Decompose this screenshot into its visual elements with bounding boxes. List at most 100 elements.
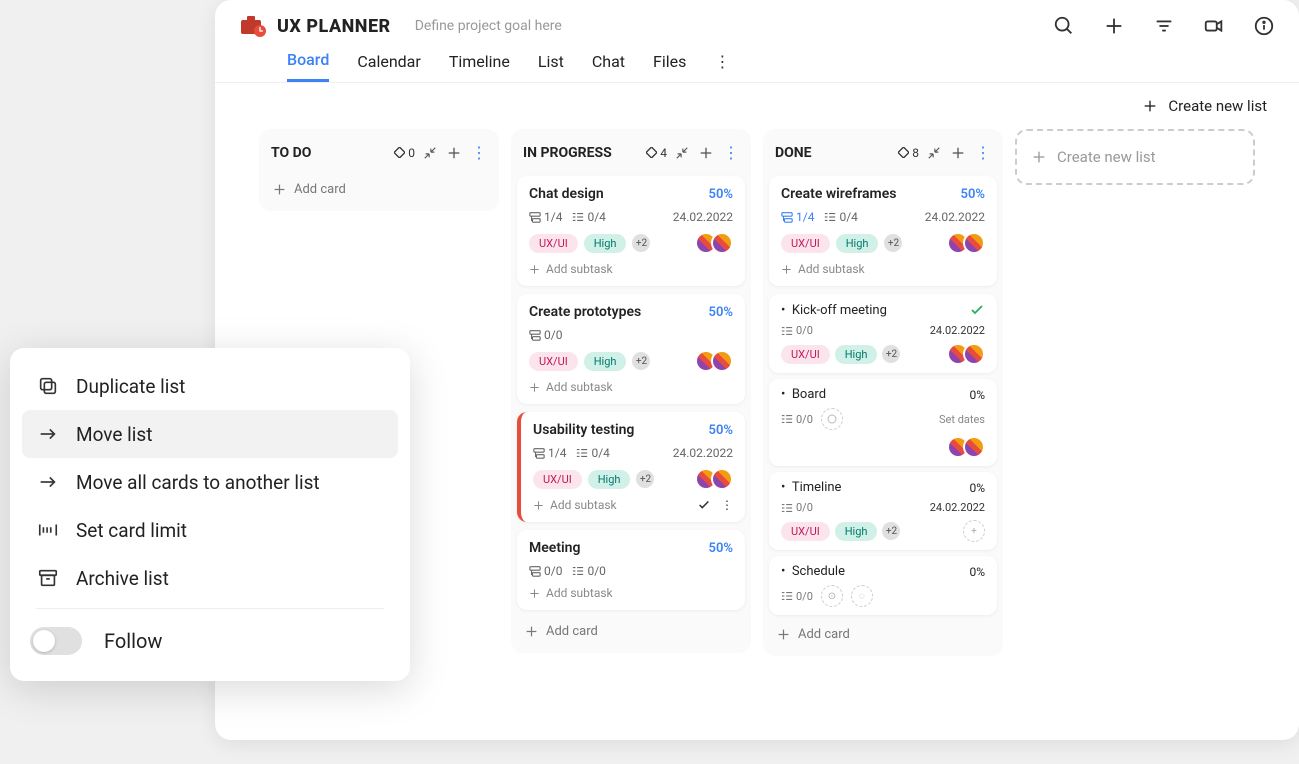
add-card-button[interactable]: Add card bbox=[763, 621, 1003, 656]
plus-icon[interactable] bbox=[1103, 15, 1125, 37]
checklist-count: 0/4 bbox=[576, 446, 609, 460]
ctx-item-label: Set card limit bbox=[76, 519, 187, 542]
add-subtask-button[interactable]: Add subtask bbox=[529, 262, 733, 276]
card-progress: 50% bbox=[709, 541, 733, 556]
add-subtask-button[interactable]: Add subtask bbox=[529, 586, 733, 600]
card[interactable]: Meeting 50% 0/0 0/0 Add subtask bbox=[517, 530, 745, 610]
card[interactable]: Usability testing50% 1/40/424.02.2022 UX… bbox=[517, 412, 745, 522]
tag: UX/UI bbox=[781, 345, 830, 364]
card-title: Create wireframes bbox=[781, 186, 896, 202]
create-list-label: Create new list bbox=[1168, 97, 1267, 115]
collapse-icon[interactable] bbox=[423, 146, 437, 160]
tag: UX/UI bbox=[781, 234, 830, 253]
tag: High bbox=[584, 234, 627, 253]
tag-more-count: +2 bbox=[882, 522, 900, 540]
tag: High bbox=[584, 352, 627, 371]
list-title: TO DO bbox=[271, 145, 386, 161]
plus-icon[interactable] bbox=[951, 146, 965, 160]
tab-calendar[interactable]: Calendar bbox=[357, 52, 420, 81]
search-icon[interactable] bbox=[1053, 15, 1075, 37]
tab-list[interactable]: List bbox=[538, 52, 564, 81]
subtask-count: 1/4 bbox=[529, 210, 562, 224]
list-title: IN PROGRESS bbox=[523, 145, 638, 161]
add-subtask-button[interactable]: Add subtask bbox=[781, 262, 985, 276]
info-icon[interactable] bbox=[1253, 15, 1275, 37]
follow-toggle[interactable] bbox=[30, 627, 82, 655]
add-subtask-button[interactable]: Add subtask⋮ bbox=[533, 498, 733, 512]
card[interactable]: Create wireframes50% 1/40/424.02.2022 UX… bbox=[769, 176, 997, 286]
subtask-count: 1/4 bbox=[781, 210, 814, 224]
list-menu-icon[interactable]: ⋮ bbox=[471, 143, 487, 162]
video-icon[interactable] bbox=[1203, 15, 1225, 37]
plus-icon[interactable] bbox=[699, 146, 713, 160]
tag-more-count: +2 bbox=[884, 234, 902, 252]
tab-files[interactable]: Files bbox=[653, 52, 686, 81]
subtask-card[interactable]: • Schedule0%0/0⊙◌ bbox=[769, 556, 997, 615]
list-header: DONE 8 ⋮ bbox=[763, 129, 1003, 176]
duplicate-icon bbox=[36, 374, 60, 398]
avatar-stack bbox=[701, 232, 733, 254]
ctx-move-all-cards-to-another-list[interactable]: Move all cards to another list bbox=[22, 458, 398, 506]
list-title: DONE bbox=[775, 145, 890, 161]
list-context-menu: Duplicate list Move list Move all cards to… bbox=[10, 348, 410, 681]
list-count: 0 bbox=[394, 146, 415, 160]
card-menu-icon[interactable]: ⋮ bbox=[721, 498, 733, 512]
card-progress: 50% bbox=[709, 305, 733, 320]
tag: High bbox=[588, 470, 631, 489]
collapse-icon[interactable] bbox=[927, 146, 941, 160]
checklist-count: 0/0 bbox=[572, 564, 605, 578]
subtask-card[interactable]: • Timeline0%0/024.02.2022UX/UIHigh+2+ bbox=[769, 472, 997, 550]
avatar bbox=[711, 468, 733, 490]
avatar-stack bbox=[953, 343, 985, 365]
subtask-card[interactable]: • Kick-off meeting0/024.02.2022UX/UIHigh… bbox=[769, 294, 997, 373]
plus-icon bbox=[1031, 149, 1047, 165]
subtask-count: 0/0 bbox=[529, 564, 562, 578]
follow-row: Follow bbox=[22, 615, 398, 667]
tag: High bbox=[835, 345, 878, 364]
list-menu-icon[interactable]: ⋮ bbox=[975, 143, 991, 162]
plus-icon[interactable] bbox=[447, 146, 461, 160]
tag: UX/UI bbox=[533, 470, 582, 489]
ctx-archive-list[interactable]: Archive list bbox=[22, 554, 398, 602]
tab-more-icon[interactable]: ⋮ bbox=[714, 52, 730, 81]
ctx-item-label: Duplicate list bbox=[76, 375, 185, 398]
add-subtask-button[interactable]: Add subtask bbox=[529, 380, 733, 394]
avatar bbox=[711, 350, 733, 372]
plus-icon bbox=[273, 183, 286, 196]
set-dates-button[interactable]: Set dates bbox=[939, 413, 985, 426]
card-title: Meeting bbox=[529, 540, 580, 556]
card-title: Create prototypes bbox=[529, 304, 641, 320]
app-title: UX PLANNER bbox=[277, 16, 391, 37]
checklist-count: 0/0 bbox=[781, 324, 813, 337]
tag-more-count: +2 bbox=[882, 345, 900, 363]
list-inprogress: IN PROGRESS 4 ⋮ Chat design50% 1/40/424.… bbox=[511, 129, 751, 653]
ctx-item-label: Move all cards to another list bbox=[76, 471, 320, 494]
add-card-button[interactable]: Add card bbox=[511, 618, 751, 653]
card[interactable]: Chat design50% 1/40/424.02.2022 UX/UIHig… bbox=[517, 176, 745, 286]
ghost-create-list[interactable]: Create new list bbox=[1015, 129, 1255, 185]
filter-icon[interactable] bbox=[1153, 15, 1175, 37]
card[interactable]: Create prototypes50% 0/0 UX/UIHigh+2 Add… bbox=[517, 294, 745, 404]
tag-more-count: +2 bbox=[632, 234, 650, 252]
checklist-count: 0/4 bbox=[572, 210, 605, 224]
avatar-stack bbox=[701, 468, 733, 490]
create-list-button[interactable]: Create new list bbox=[1142, 97, 1267, 115]
list-menu-icon[interactable]: ⋮ bbox=[723, 143, 739, 162]
tab-timeline[interactable]: Timeline bbox=[449, 52, 510, 81]
check-icon[interactable] bbox=[697, 498, 711, 512]
diamond-icon bbox=[394, 147, 405, 158]
tab-board[interactable]: Board bbox=[287, 50, 329, 82]
subtask-card[interactable]: • Board0%0/0Set dates bbox=[769, 379, 997, 466]
project-goal-placeholder[interactable]: Define project goal here bbox=[415, 18, 562, 34]
collapse-icon[interactable] bbox=[675, 146, 689, 160]
ctx-set-card-limit[interactable]: Set card limit bbox=[22, 506, 398, 554]
ctx-move-list[interactable]: Move list bbox=[22, 410, 398, 458]
topbar-actions bbox=[1053, 15, 1275, 37]
add-card-button[interactable]: Add card bbox=[259, 176, 499, 211]
toolbar-row: Create new list bbox=[215, 83, 1299, 129]
limit-icon bbox=[36, 518, 60, 542]
ghost-icon bbox=[821, 408, 843, 430]
tab-chat[interactable]: Chat bbox=[592, 52, 625, 81]
ctx-duplicate-list[interactable]: Duplicate list bbox=[22, 362, 398, 410]
ghost-avatar-icon[interactable]: + bbox=[963, 520, 985, 542]
